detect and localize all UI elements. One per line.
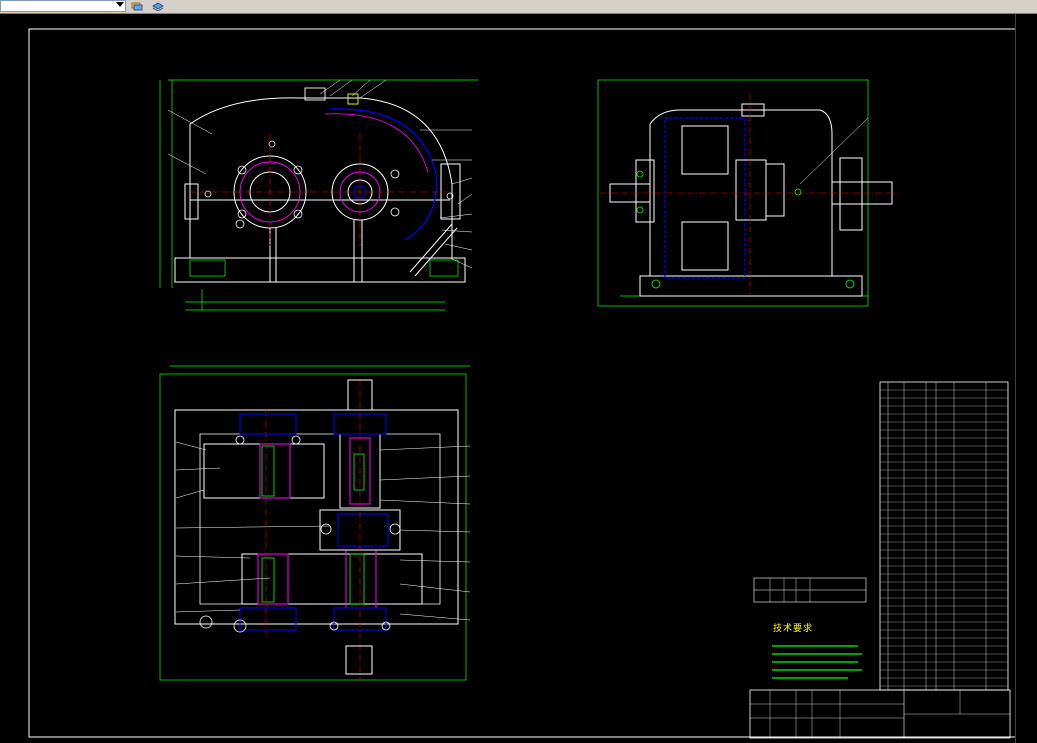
side-view (597, 79, 898, 307)
toolbar (0, 0, 1037, 14)
layer-icon (131, 2, 143, 11)
layer-button[interactable] (128, 0, 146, 12)
layer-stack-icon (152, 2, 164, 11)
drawing-border (28, 28, 1023, 738)
cad-window: 技术要求 (0, 0, 1037, 743)
parts-list (879, 381, 1009, 691)
title-block (749, 689, 1011, 739)
layer-combo[interactable] (0, 0, 126, 12)
tech-requirements-title: 技术要求 (773, 624, 814, 634)
top-view (159, 365, 471, 684)
chevron-down-icon[interactable] (116, 2, 124, 7)
front-view (159, 79, 478, 311)
layer-stack-button[interactable] (149, 0, 167, 12)
status-text (0, 733, 30, 743)
right-panel-edge (1015, 14, 1037, 743)
drawing-canvas[interactable] (0, 14, 1037, 743)
